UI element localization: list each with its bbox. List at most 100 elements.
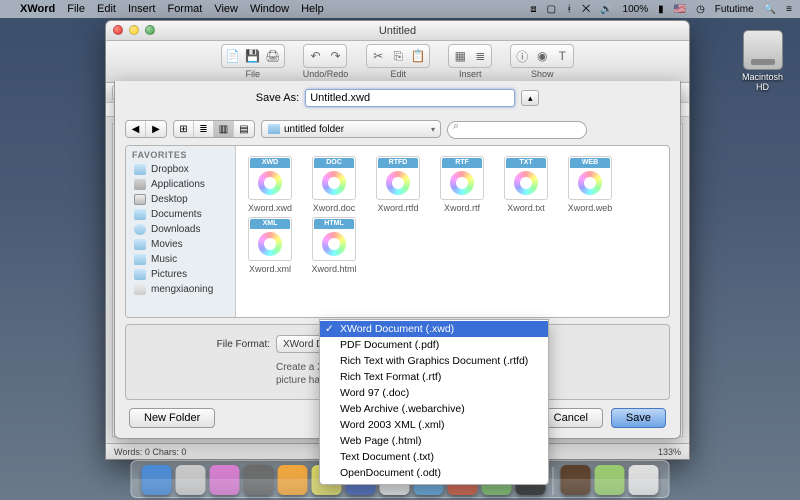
file-icon: DOC (312, 156, 356, 200)
file-name: Xword.xwd (242, 203, 298, 213)
fonts-icon[interactable]: T (553, 47, 571, 65)
info-icon[interactable]: ⓘ (513, 47, 531, 65)
dropbox-menulet-icon[interactable]: ⧈ (530, 4, 536, 15)
close-button[interactable] (113, 25, 123, 35)
format-option[interactable]: Web Archive (.webarchive) (320, 401, 548, 417)
sidebar-header: FAVORITES (126, 146, 235, 162)
column-view-icon[interactable]: ▥ (214, 121, 234, 137)
sidebar-item-documents[interactable]: Documents (126, 207, 235, 222)
search-input[interactable] (447, 121, 587, 139)
spotlight-icon[interactable]: 🔍 (764, 4, 776, 15)
format-option[interactable]: Word 97 (.doc) (320, 385, 548, 401)
input-flag-icon[interactable]: 🇺🇸 (674, 4, 686, 15)
icon-view-icon[interactable]: ⊞ (174, 121, 194, 137)
app-menu[interactable]: XWord (20, 3, 55, 15)
bluetooth-icon[interactable]: ᚼ (566, 4, 572, 15)
copy-icon[interactable]: ⎘ (389, 47, 407, 65)
file-grid[interactable]: XWDXword.xwdDOCXword.docRTFDXword.rtfdRT… (236, 146, 669, 317)
redo-icon[interactable]: ↷ (326, 47, 344, 65)
wifi-icon[interactable]: ⨉ (582, 4, 590, 15)
battery-icon[interactable]: ▮ (658, 4, 664, 15)
menu-insert[interactable]: Insert (128, 3, 156, 15)
new-doc-icon[interactable]: 📄 (224, 47, 242, 65)
system-menubar: XWord File Edit Insert Format View Windo… (0, 0, 800, 18)
file-name: Xword.rtfd (370, 203, 426, 213)
battery-status[interactable]: 100% (623, 4, 649, 15)
sidebar-item-label: Movies (151, 239, 183, 250)
cut-icon[interactable]: ✂ (369, 47, 387, 65)
new-folder-button[interactable]: New Folder (129, 408, 215, 428)
file-name: Xword.html (306, 264, 362, 274)
down-icon (134, 224, 146, 235)
collapse-sheet-button[interactable]: ▴ (521, 90, 539, 106)
path-popup[interactable]: untitled folder (261, 120, 441, 138)
sidebar-item-movies[interactable]: Movies (126, 237, 235, 252)
menu-format[interactable]: Format (167, 3, 202, 15)
file-item[interactable]: TXTXword.txt (498, 156, 554, 213)
path-label: untitled folder (284, 124, 344, 135)
sidebar-item-pictures[interactable]: Pictures (126, 267, 235, 282)
menu-help[interactable]: Help (301, 3, 324, 15)
toolbar-label-insert: Insert (459, 69, 482, 79)
folder-icon (268, 124, 280, 134)
window-titlebar: Untitled (106, 21, 689, 41)
menu-window[interactable]: Window (250, 3, 289, 15)
file-browser-toolbar: ◀▶ ⊞≣▥▤ untitled folder (125, 117, 670, 141)
menu-view[interactable]: View (214, 3, 238, 15)
status-words: Words: 0 Chars: 0 (114, 447, 186, 457)
undo-icon[interactable]: ↶ (306, 47, 324, 65)
file-item[interactable]: XMLXword.xml (242, 217, 298, 274)
sidebar-item-desktop[interactable]: Desktop (126, 192, 235, 207)
forward-icon[interactable]: ▶ (146, 121, 166, 137)
file-item[interactable]: RTFDXword.rtfd (370, 156, 426, 213)
sidebar-item-mengxiaoning[interactable]: mengxiaoning (126, 282, 235, 297)
clock-icon[interactable]: ◷ (696, 4, 705, 15)
file-icon: XML (248, 217, 292, 261)
sidebar-item-dropbox[interactable]: Dropbox (126, 162, 235, 177)
print-icon[interactable]: 🖨 (264, 47, 282, 65)
menu-edit[interactable]: Edit (97, 3, 116, 15)
colors-icon[interactable]: ◉ (533, 47, 551, 65)
notification-center-icon[interactable]: ≡ (786, 4, 792, 15)
file-item[interactable]: HTMLXword.html (306, 217, 362, 274)
folder-icon (134, 239, 146, 250)
file-item[interactable]: DOCXword.doc (306, 156, 362, 213)
format-option[interactable]: XWord Document (.xwd) (320, 321, 548, 337)
save-button[interactable]: Save (611, 408, 666, 428)
save-as-label: Save As: (256, 92, 299, 104)
back-icon[interactable]: ◀ (126, 121, 146, 137)
file-item[interactable]: RTFXword.rtf (434, 156, 490, 213)
sidebar-item-downloads[interactable]: Downloads (126, 222, 235, 237)
sidebar-item-label: Applications (151, 179, 205, 190)
coverflow-view-icon[interactable]: ▤ (234, 121, 254, 137)
desktop-drive[interactable]: Macintosh HD (735, 30, 790, 92)
list-view-icon[interactable]: ≣ (194, 121, 214, 137)
paste-icon[interactable]: 📋 (409, 47, 427, 65)
format-option[interactable]: PDF Document (.pdf) (320, 337, 548, 353)
table-icon[interactable]: ▦ (451, 47, 469, 65)
format-option[interactable]: Word 2003 XML (.xml) (320, 417, 548, 433)
save-as-input[interactable] (305, 89, 515, 107)
nav-back-forward[interactable]: ◀▶ (125, 120, 167, 138)
menu-file[interactable]: File (67, 3, 85, 15)
format-option[interactable]: Rich Text with Graphics Document (.rtfd) (320, 353, 548, 369)
file-icon: WEB (568, 156, 612, 200)
save-icon[interactable]: 💾 (244, 47, 262, 65)
status-zoom[interactable]: 133% (658, 447, 681, 457)
sidebar-item-applications[interactable]: Applications (126, 177, 235, 192)
volume-icon[interactable]: 🔊 (600, 4, 612, 15)
format-option[interactable]: Web Page (.html) (320, 433, 548, 449)
list-icon[interactable]: ≣ (471, 47, 489, 65)
file-format-dropdown[interactable]: XWord Document (.xwd)PDF Document (.pdf)… (319, 319, 549, 485)
file-item[interactable]: XWDXword.xwd (242, 156, 298, 213)
format-option[interactable]: OpenDocument (.odt) (320, 465, 548, 481)
view-mode-segment[interactable]: ⊞≣▥▤ (173, 120, 255, 138)
file-item[interactable]: WEBXword.web (562, 156, 618, 213)
display-menulet-icon[interactable]: ▢ (547, 4, 556, 15)
sidebar-item-music[interactable]: Music (126, 252, 235, 267)
clock-text[interactable]: Fututime (715, 4, 754, 15)
format-option[interactable]: Rich Text Format (.rtf) (320, 369, 548, 385)
zoom-button[interactable] (145, 25, 155, 35)
minimize-button[interactable] (129, 25, 139, 35)
format-option[interactable]: Text Document (.txt) (320, 449, 548, 465)
